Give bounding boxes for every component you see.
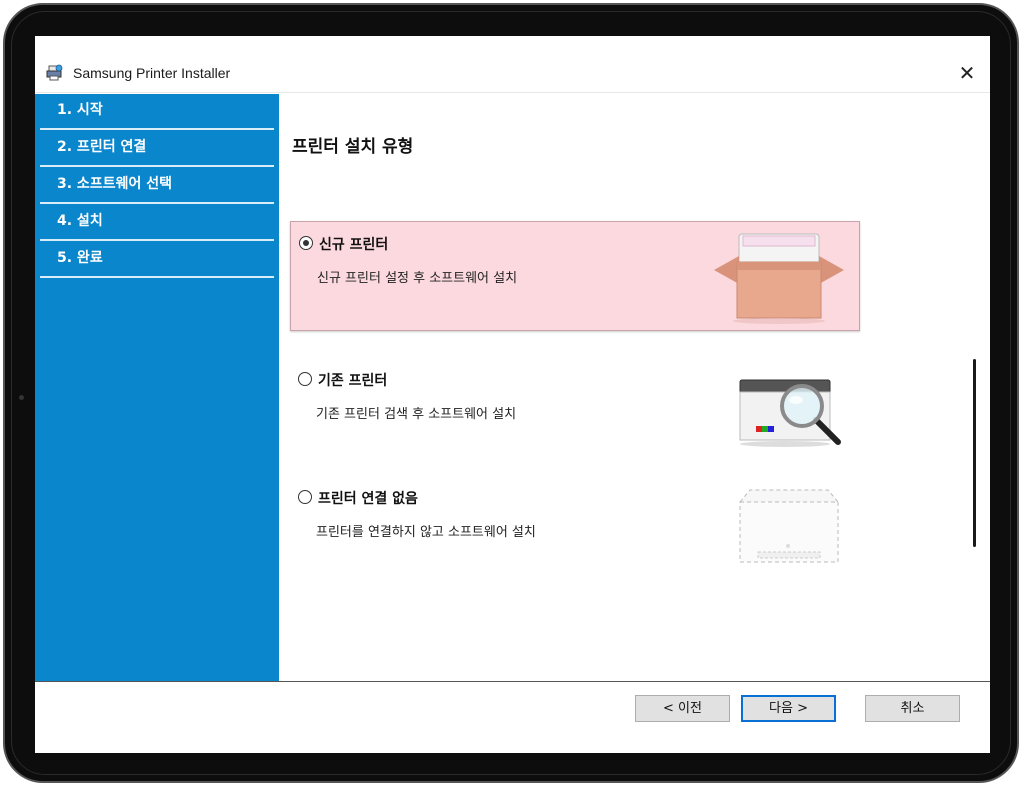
step-item-complete: 5. 완료: [40, 242, 274, 278]
radio-existing-printer[interactable]: [298, 372, 312, 386]
printer-magnifier-icon: [739, 379, 841, 447]
radio-new-printer[interactable]: [299, 236, 313, 250]
option-existing-printer[interactable]: 기존 프린터 기존 프린터 검색 후 소프트웨어 설치: [290, 358, 860, 468]
cancel-button[interactable]: 취소: [865, 695, 960, 722]
option-description: 신규 프린터 설정 후 소프트웨어 설치: [317, 271, 518, 286]
printer-outline-icon: [738, 489, 840, 563]
option-description: 기존 프린터 검색 후 소프트웨어 설치: [316, 407, 517, 422]
scrollbar[interactable]: [973, 359, 976, 547]
installer-window: Samsung Printer Installer ✕ 1. 시작 2. 프린터…: [35, 36, 990, 753]
page-title: 프린터 설치 유형: [292, 137, 414, 157]
window-title: Samsung Printer Installer: [73, 65, 231, 81]
close-icon[interactable]: ✕: [954, 62, 980, 84]
step-sidebar: 1. 시작 2. 프린터 연결 3. 소프트웨어 선택 4. 설치 5. 완료: [35, 94, 279, 681]
step-item-install: 4. 설치: [40, 205, 274, 241]
main-panel: 프린터 설치 유형 신규 프린터 신규 프린터 설정 후 소프트웨어 설치 기존…: [279, 94, 990, 681]
printer-in-box-icon: [714, 233, 844, 324]
step-item-software-selection: 3. 소프트웨어 선택: [40, 168, 274, 204]
option-no-printer[interactable]: 프린터 연결 없음 프린터를 연결하지 않고 소프트웨어 설치: [290, 476, 860, 586]
step-item-printer-connection: 2. 프린터 연결: [40, 131, 274, 167]
option-description: 프린터를 연결하지 않고 소프트웨어 설치: [316, 525, 536, 540]
step-item-start: 1. 시작: [40, 94, 274, 130]
option-title: 신규 프린터: [319, 237, 389, 253]
camera-dot: [19, 395, 24, 400]
back-button[interactable]: < 이전: [635, 695, 730, 722]
radio-no-printer[interactable]: [298, 490, 312, 504]
footer-bar: < 이전 다음 > 취소: [35, 681, 990, 753]
option-title: 프린터 연결 없음: [318, 491, 418, 507]
option-title: 기존 프린터: [318, 373, 388, 389]
printer-installer-icon: [46, 64, 63, 81]
title-bar: Samsung Printer Installer ✕: [35, 36, 990, 93]
option-new-printer[interactable]: 신규 프린터 신규 프린터 설정 후 소프트웨어 설치: [290, 221, 860, 331]
next-button[interactable]: 다음 >: [741, 695, 836, 722]
